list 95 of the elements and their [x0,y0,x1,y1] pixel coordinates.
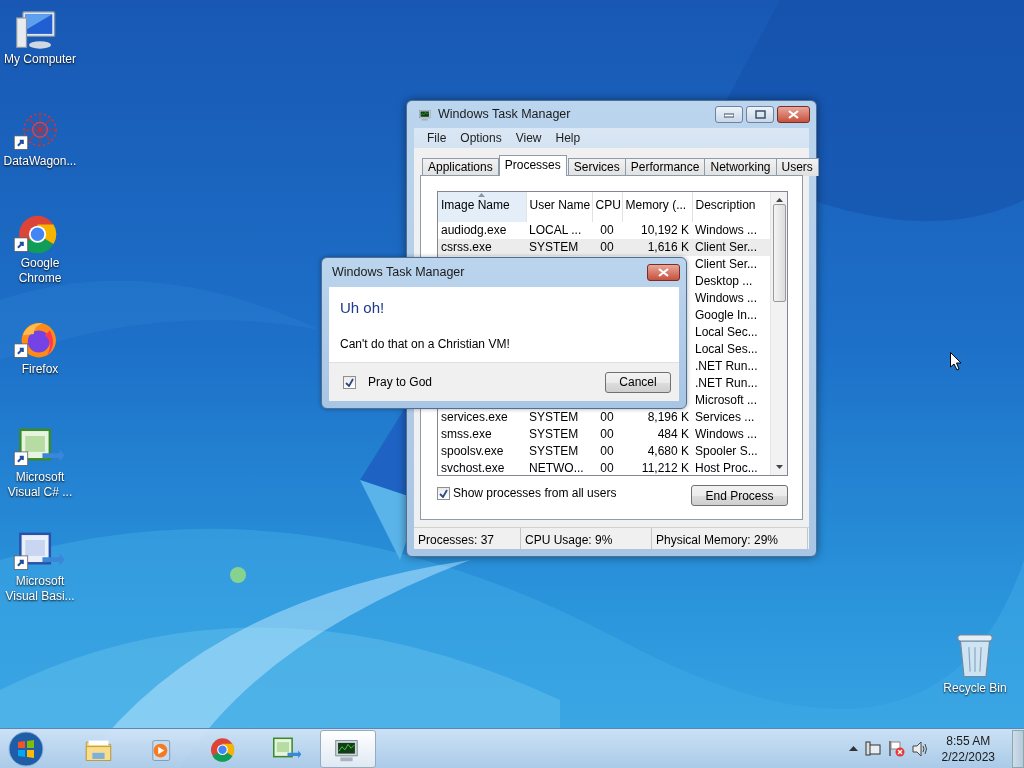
column-header[interactable]: CPU [592,192,622,222]
code-file-icon[interactable] [13,530,67,572]
table-cell-text: services.exe [440,409,509,426]
table-cell-text: 484 K [656,426,690,443]
table-cell-text: Local Sec... [694,324,759,341]
table-cell-text: 4,680 K [646,443,690,460]
icon-label[interactable]: My Computer [4,52,76,67]
table-cell-text: SYSTEM [528,443,580,460]
icon-label[interactable]: Microsoft Visual C# ... [0,470,80,500]
show-hidden-icon[interactable] [848,746,858,751]
tab[interactable]: Performance [624,158,706,176]
table-cell-text: SYSTEM [528,409,580,426]
code-file-icon[interactable] [13,426,67,468]
dialog-message: Can't do that on a Christian VM! [340,335,511,353]
tab[interactable]: Users [775,158,819,176]
table-cell: LOCAL ... [526,222,592,239]
maximize-button[interactable] [746,106,774,123]
menu-item[interactable]: Help [548,129,588,147]
table-cell-text: Desktop ... [694,273,754,290]
icon-label[interactable]: Google Chrome [0,256,80,286]
close-button[interactable] [647,264,680,282]
checkbox[interactable] [437,486,450,500]
scrollbar[interactable] [770,192,787,475]
clock-date[interactable]: 2/22/2023 [941,748,995,765]
checkbox[interactable] [343,375,356,389]
tab[interactable]: Applications [422,158,499,176]
table-cell-text: Microsoft ... [694,392,758,409]
table-cell-text: Host Proc... [694,460,759,475]
table-cell-text: Windows ... [694,290,758,307]
table-cell: Client Ser... [692,256,770,273]
table-cell-text: smss.exe [440,426,493,443]
table-cell-text: spoolsv.exe [440,443,505,460]
menu-item[interactable]: View [508,129,549,147]
window-title: Windows Task Manager [332,264,465,282]
tab[interactable]: Services [567,158,626,176]
icon-label[interactable]: Firefox [21,362,59,377]
tab[interactable]: Processes [498,155,567,176]
table-cell-text: Local Ses... [694,341,759,358]
network-icon[interactable] [864,740,881,757]
table-cell-text: NETWO... [528,460,585,475]
flag-icon[interactable] [887,740,905,757]
cancel-button[interactable]: Cancel [605,371,671,393]
table-cell: SYSTEM [526,239,592,256]
table-cell-text: .NET Run... [694,375,759,392]
scroll-thumb[interactable] [772,204,786,302]
scroll-down-icon[interactable] [775,465,783,469]
table-cell-text: 00 [599,443,615,460]
menu-item[interactable]: File [420,129,454,147]
menu-item[interactable]: Options [453,129,509,147]
maximize-icon [754,110,766,119]
taskbar-button[interactable] [320,729,376,768]
minimize-button[interactable] [715,106,743,123]
table-cell-text: Services ... [694,409,756,426]
table-cell: Windows ... [692,222,770,239]
checkbox-label[interactable]: Pray to God [368,373,433,392]
table-cell-text: .NET Run... [694,358,759,375]
monitor-icon [417,108,434,121]
table-cell: 10,192 K [622,222,692,239]
window-title: Windows Task Manager [438,106,571,124]
table-cell: 1,616 K [622,239,692,256]
icon-label[interactable]: DataWagon... [3,154,77,169]
table-cell-text: svchost.exe [440,460,506,475]
speaker-icon[interactable] [911,740,929,757]
minimize-icon [724,111,734,118]
status-text: Processes: 37 [414,528,521,549]
checkbox-label[interactable]: Show processes from all users [453,484,617,502]
table-cell-text: SYSTEM [528,426,580,443]
status-text: Physical Memory: 29% [652,528,808,549]
tab[interactable]: Networking [704,158,777,176]
close-button[interactable] [777,106,810,123]
clock-time[interactable]: 8:55 AM [941,732,995,749]
end-process-button[interactable]: End Process [691,485,788,506]
table-cell-text: 00 [599,426,615,443]
dialog-heading: Uh oh! [340,298,386,319]
table-cell: Client Ser... [692,239,770,256]
close-icon [658,268,669,278]
sort-icon [478,193,485,197]
scroll-up-icon[interactable] [775,198,783,202]
status-text: CPU Usage: 9% [521,528,652,549]
column-header[interactable]: Memory (... [622,192,692,222]
table-cell-text: 00 [599,460,615,475]
table-cell-text: 11,212 K [640,460,690,475]
table-cell-text: Spooler S... [694,443,759,460]
table-cell: 00 [592,239,622,256]
table-cell: 00 [592,222,622,239]
cursor-icon [950,352,962,371]
column-header[interactable]: Image Name [438,192,526,222]
table-cell: audiodg.exe [438,222,526,239]
table-cell-text: 8,196 K [646,409,690,426]
close-icon [788,110,799,119]
table-cell: csrss.exe [438,239,526,256]
table-cell-text: Windows ... [694,426,758,443]
table-cell-text: Google In... [694,307,759,324]
table-cell-text: 00 [599,409,615,426]
column-header[interactable]: User Name [526,192,592,222]
